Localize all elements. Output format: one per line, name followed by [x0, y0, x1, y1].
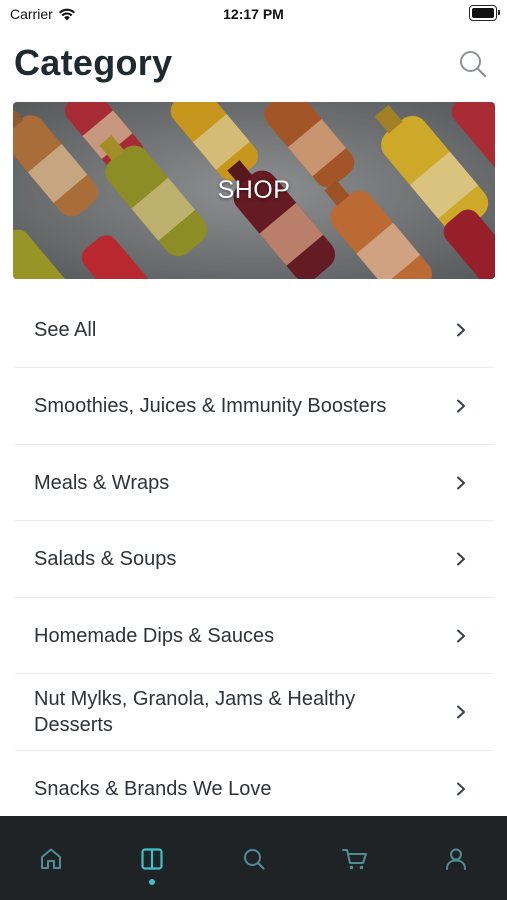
profile-icon	[446, 848, 467, 870]
catalog-icon	[141, 848, 163, 870]
category-label: Salads & Soups	[34, 548, 177, 570]
banner-label: SHOP	[217, 176, 291, 204]
category-label: Snacks & Brands We Love	[34, 778, 272, 800]
chevron-right-icon	[457, 399, 465, 413]
active-tab-indicator	[149, 879, 156, 885]
category-label: Meals & Wraps	[34, 471, 170, 494]
category-label: Nut Mylks, Granola, Jams & Healthy Desse…	[34, 688, 356, 736]
category-label: Smoothies, Juices & Immunity Boosters	[34, 395, 387, 417]
category-item-dips[interactable]: Homemade Dips & Sauces	[14, 598, 494, 674]
category-label: Homemade Dips & Sauces	[34, 624, 275, 647]
chevron-right-icon	[457, 552, 465, 566]
battery-icon	[469, 5, 500, 21]
category-item-salads[interactable]: Salads & Soups	[14, 521, 494, 598]
category-label: See All	[34, 318, 97, 341]
search-icon	[243, 849, 265, 870]
category-list: See All Smoothies, Juices & Immunity Boo…	[14, 292, 494, 827]
chevron-right-icon	[457, 476, 465, 489]
header-search-button[interactable]	[457, 48, 489, 80]
chevron-right-icon	[457, 323, 465, 336]
tab-bar	[0, 816, 507, 900]
category-item-nut-mylks[interactable]: Nut Mylks, Granola, Jams & Healthy Desse…	[14, 674, 494, 751]
tab-search[interactable]	[203, 816, 304, 900]
tab-cart[interactable]	[304, 816, 405, 900]
category-item-see-all[interactable]: See All	[14, 292, 494, 368]
tab-home[interactable]	[0, 816, 101, 900]
shop-banner[interactable]: SHOP	[13, 102, 495, 279]
search-icon	[460, 51, 487, 78]
tab-profile[interactable]	[406, 816, 507, 900]
chevron-right-icon	[457, 705, 465, 719]
home-icon	[40, 848, 61, 869]
status-bar: Carrier 12:17 PM	[0, 0, 507, 28]
chevron-right-icon	[457, 782, 465, 796]
tab-catalog[interactable]	[101, 816, 202, 900]
chevron-right-icon	[457, 629, 465, 642]
status-time: 12:17 PM	[223, 6, 284, 22]
category-item-smoothies[interactable]: Smoothies, Juices & Immunity Boosters	[14, 368, 494, 445]
category-item-meals[interactable]: Meals & Wraps	[14, 445, 494, 521]
cart-icon	[341, 849, 367, 870]
page-title: Category	[14, 42, 173, 83]
